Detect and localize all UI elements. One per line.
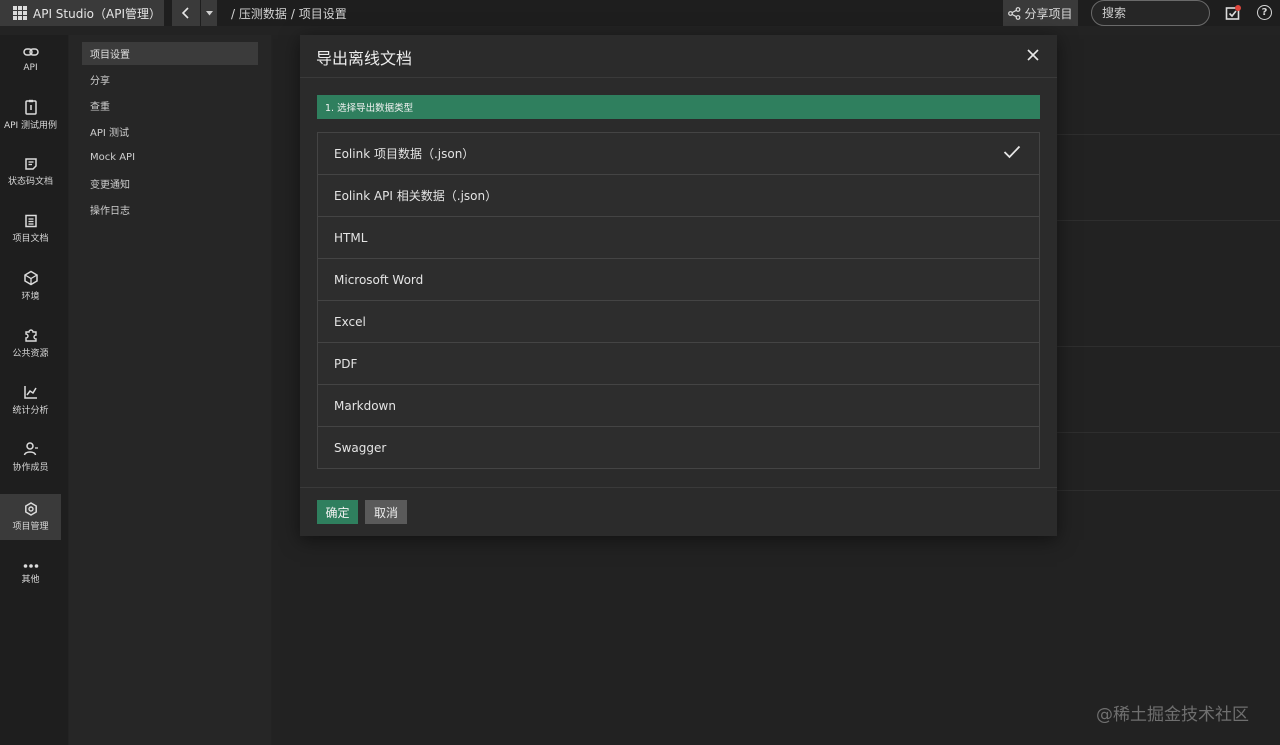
export-option-html[interactable]: HTML: [318, 217, 1039, 259]
sidebar-item-status-codes[interactable]: 状态码文档: [0, 149, 61, 195]
share-project-label: 分享项目: [1024, 6, 1073, 21]
export-option-word[interactable]: Microsoft Word: [318, 259, 1039, 301]
export-format-list: Eolink 项目数据（.json） Eolink API 相关数据（.json…: [317, 132, 1040, 469]
export-option-eolink-project-json[interactable]: Eolink 项目数据（.json）: [318, 133, 1039, 175]
dialog-footer-divider: [300, 487, 1057, 488]
subnav-item-project-settings[interactable]: 项目设置: [82, 42, 258, 65]
sidebar-item-label: 公共资源: [12, 349, 49, 359]
apps-grid-icon: [13, 6, 27, 20]
option-label: Microsoft Word: [334, 272, 424, 287]
sidebar-item-label: API 测试用例: [3, 121, 58, 131]
link-icon: [22, 47, 39, 56]
dialog-title: 导出离线文档: [316, 49, 413, 68]
document-icon: [24, 214, 37, 228]
sidebar-item-label: 其他: [21, 575, 40, 585]
sidebar-item-project-management[interactable]: 项目管理: [0, 494, 61, 540]
option-label: Eolink API 相关数据（.json）: [334, 189, 498, 203]
notification-badge: [1235, 5, 1241, 11]
option-label: PDF: [334, 356, 358, 371]
chevron-left-icon: [181, 7, 189, 19]
breadcrumb: / 压测数据 / 项目设置: [231, 0, 351, 26]
gear-icon: [24, 502, 37, 516]
breadcrumb-item-project[interactable]: / 压测数据: [231, 5, 287, 22]
sidebar-item-label: API: [23, 62, 38, 73]
search-input[interactable]: [1091, 0, 1210, 26]
dialog-header-divider: [300, 77, 1057, 78]
sidebar-item-other[interactable]: 其他: [0, 551, 61, 597]
project-settings-nav: 项目设置 分享 查重 API 测试 Mock API 变更通知 操作日志: [69, 35, 271, 745]
sidebar-item-label: 环境: [21, 292, 40, 302]
main-sidebar: API API 测试用例 状态码文档 项目文档 环境 公共资源 统计分析 协作成…: [0, 35, 68, 745]
check-icon: [1003, 145, 1021, 159]
option-label: Swagger: [334, 441, 387, 455]
help-icon: ?: [1261, 7, 1268, 18]
subnav-item-share[interactable]: 分享: [82, 68, 258, 91]
export-option-pdf[interactable]: PDF: [318, 343, 1039, 385]
subnav-item-duplicate-check[interactable]: 查重: [82, 94, 258, 117]
option-label: Markdown: [334, 398, 396, 413]
watermark: @稀土掘金技术社区: [1096, 705, 1249, 725]
export-offline-docs-dialog: 导出离线文档 1. 选择导出数据类型 Eolink 项目数据（.json） Eo…: [300, 35, 1057, 536]
subnav-item-mock-api[interactable]: Mock API: [82, 146, 258, 169]
cancel-button[interactable]: 取消: [365, 500, 407, 524]
environment-icon: [23, 270, 38, 286]
chart-icon: [23, 386, 37, 399]
export-option-swagger[interactable]: Swagger: [318, 427, 1039, 469]
sidebar-item-members[interactable]: 协作成员: [0, 434, 61, 480]
option-label: HTML: [334, 230, 368, 245]
step-header: 1. 选择导出数据类型: [317, 95, 1040, 119]
app-name: API Studio（API管理）: [33, 6, 162, 21]
puzzle-icon: [24, 329, 37, 342]
sidebar-item-project-docs[interactable]: 项目文档: [0, 206, 61, 252]
sidebar-item-label: 协作成员: [12, 463, 49, 473]
sidebar-item-environment[interactable]: 环境: [0, 263, 61, 309]
back-button[interactable]: [172, 0, 200, 26]
sidebar-item-label: 项目管理: [12, 522, 49, 532]
sidebar-item-label: 统计分析: [12, 406, 49, 416]
share-project-button[interactable]: 分享项目: [1003, 0, 1078, 26]
top-bar: API Studio（API管理） / 压测数据 / 项目设置 分享项目 搜索 …: [0, 0, 1280, 26]
sidebar-item-api-test-cases[interactable]: API 测试用例: [0, 92, 61, 138]
sidebar-item-label: 状态码文档: [7, 177, 53, 187]
close-icon: [1027, 49, 1039, 61]
sidebar-item-shared-resources[interactable]: 公共资源: [0, 320, 61, 366]
sidebar-item-api[interactable]: API: [0, 35, 61, 81]
help-button[interactable]: ?: [1257, 5, 1272, 20]
confirm-button[interactable]: 确定: [317, 500, 358, 524]
export-option-markdown[interactable]: Markdown: [318, 385, 1039, 427]
members-icon: [23, 442, 38, 456]
option-label: Excel: [334, 314, 366, 329]
close-button[interactable]: [1024, 47, 1042, 65]
sidebar-item-label: 项目文档: [12, 234, 49, 244]
option-label: Eolink 项目数据（.json）: [334, 147, 475, 161]
status-code-icon: [24, 158, 37, 170]
more-icon: [23, 564, 38, 568]
export-option-eolink-api-json[interactable]: Eolink API 相关数据（.json）: [318, 175, 1039, 217]
notification-button[interactable]: [1225, 5, 1241, 21]
share-icon: [1008, 6, 1021, 20]
caret-down-icon: [205, 10, 213, 15]
app-switcher-button[interactable]: API Studio（API管理）: [0, 0, 164, 26]
test-case-icon: [24, 99, 37, 115]
subnav-item-api-test[interactable]: API 测试: [82, 120, 258, 143]
sidebar-item-statistics[interactable]: 统计分析: [0, 377, 61, 423]
subnav-item-operation-log[interactable]: 操作日志: [82, 198, 258, 221]
history-dropdown-button[interactable]: [201, 0, 217, 26]
breadcrumb-item-settings: / 项目设置: [290, 6, 347, 21]
export-option-excel[interactable]: Excel: [318, 301, 1039, 343]
subnav-item-change-notify[interactable]: 变更通知: [82, 172, 258, 195]
